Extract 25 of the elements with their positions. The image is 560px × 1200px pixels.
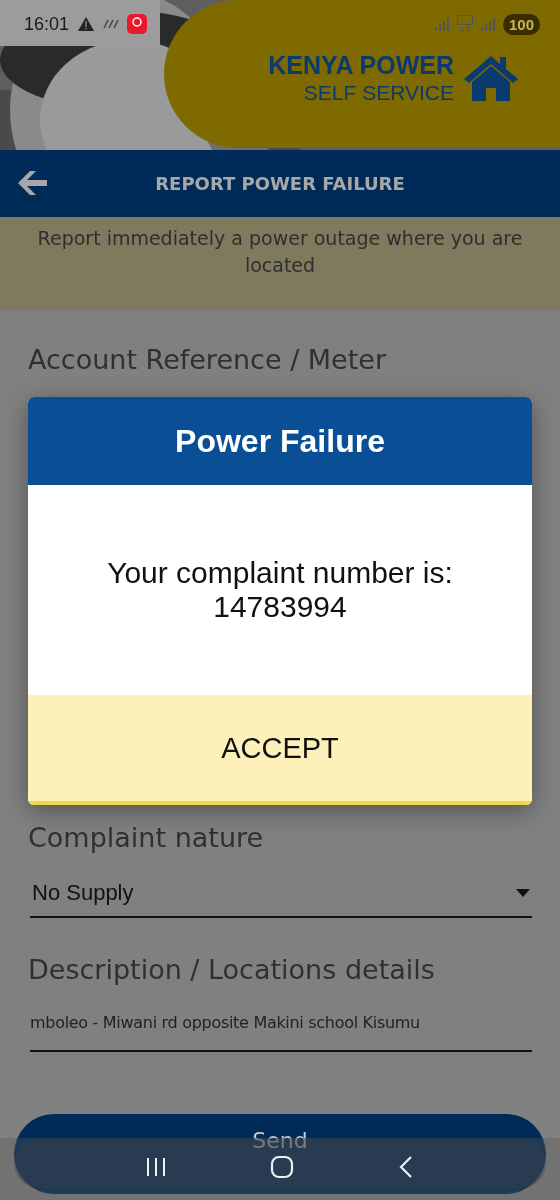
dialog-title: Power Failure — [175, 422, 385, 460]
signal-icon — [434, 17, 449, 31]
signal-icon — [480, 17, 495, 31]
stripes-icon — [103, 18, 120, 30]
app-notification-icon — [127, 14, 148, 34]
banner-text: Report immediately a power outage where you are located — [36, 226, 524, 278]
warning-icon — [77, 16, 96, 32]
page-title: REPORT POWER FAILURE — [154, 173, 406, 194]
dropdown-arrow-icon — [516, 889, 530, 897]
house-icon — [462, 53, 520, 103]
status-time: 16:01 — [24, 13, 70, 35]
dropdown-value: No Supply — [32, 880, 134, 906]
brand-subtitle: SELF SERVICE — [303, 80, 454, 106]
field-label: Account Reference / Meter — [28, 343, 388, 377]
description-field[interactable]: mboleo - Miwani rd opposite Makini school Kisumu — [30, 1006, 532, 1052]
recent-apps-icon[interactable] — [145, 1156, 168, 1178]
complaint-number: 14783994 — [213, 590, 347, 624]
field-label: Description / Locations details — [28, 953, 436, 987]
field-label: Complaint nature — [28, 821, 265, 855]
send-button[interactable]: Send — [14, 1114, 546, 1194]
home-icon[interactable] — [270, 1155, 294, 1179]
brand-name: KENYA POWER — [268, 50, 454, 80]
complaint-dropdown[interactable]: No Supply — [30, 870, 532, 918]
accept-button[interactable]: ACCEPT — [28, 695, 532, 805]
dialog-message: Your complaint number is: — [107, 556, 453, 590]
